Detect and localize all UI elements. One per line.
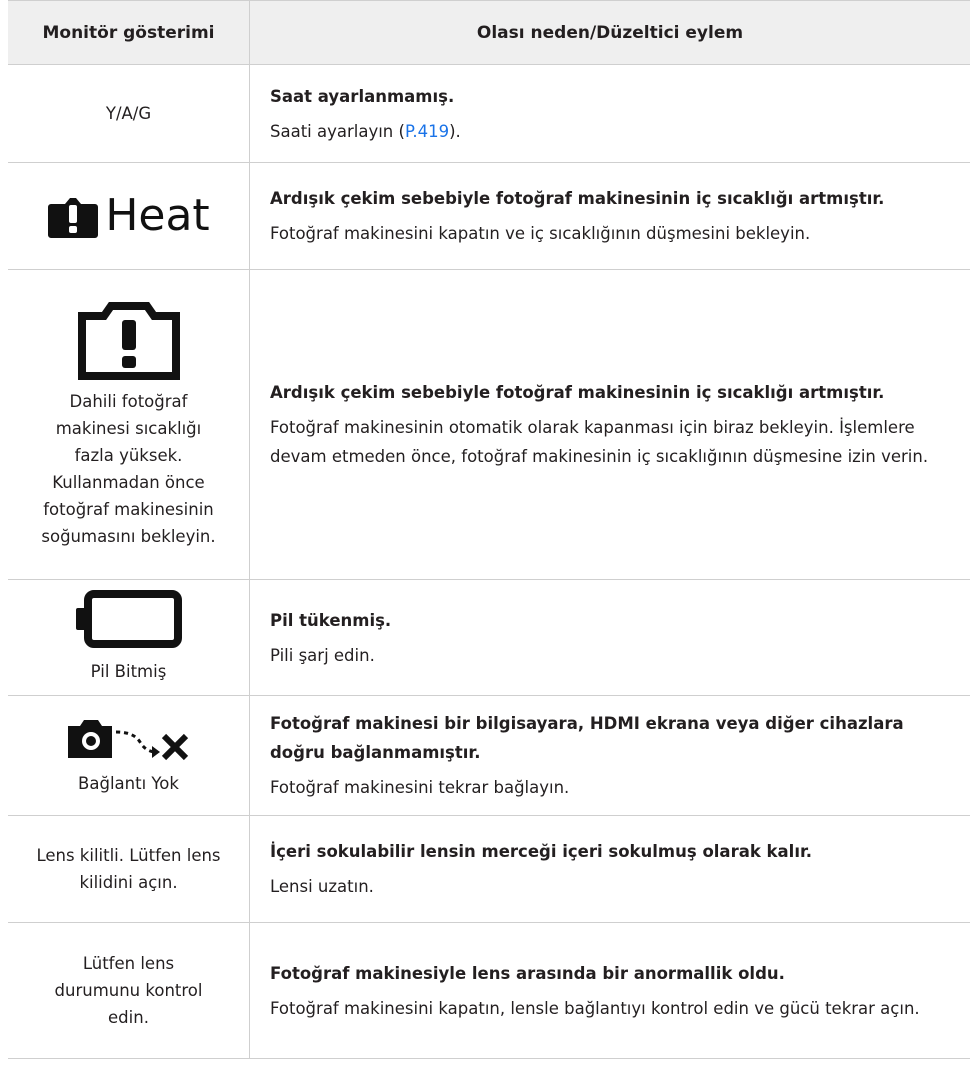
- action-text: Saati ayarlayın (P.419).: [270, 117, 956, 146]
- header-monitor-display: Monitör gösterimi: [8, 1, 250, 64]
- monitor-cell: Heat: [8, 163, 250, 269]
- no-connection-icon: [67, 720, 188, 761]
- heat-label: Heat: [105, 190, 210, 241]
- heat-indicator: Heat: [47, 190, 210, 241]
- table-row: Y/A/G Saat ayarlanmamış. Saati ayarlayın…: [8, 65, 970, 163]
- cause-text: Pil tükenmiş.: [270, 610, 392, 630]
- monitor-cell: Pil Bitmiş: [8, 580, 250, 695]
- page-link[interactable]: P.419: [405, 122, 449, 141]
- cause-text: Fotoğraf makinesiyle lens arasında bir a…: [270, 963, 785, 983]
- action-text: Lensi uzatın.: [270, 877, 374, 896]
- monitor-cell: Y/A/G: [8, 65, 250, 162]
- troubleshooting-table: Monitör gösterimi Olası neden/Düzeltici …: [8, 0, 970, 1059]
- table-row: Bağlantı Yok Fotoğraf makinesi bir bilgi…: [8, 696, 970, 816]
- cause-text: Ardışık çekim sebebiyle fotoğraf makines…: [270, 383, 885, 402]
- empty-battery-icon: [75, 590, 182, 648]
- monitor-cell: Bağlantı Yok: [8, 696, 250, 815]
- cause-action-cell: Fotoğraf makinesi bir bilgisayara, HDMI …: [250, 696, 970, 815]
- table-header: Monitör gösterimi Olası neden/Düzeltici …: [8, 1, 970, 65]
- table-row: Lütfen lens durumunu kontrol edin. Fotoğ…: [8, 923, 970, 1059]
- cause-action-cell: İçeri sokulabilir lensin merceği içeri s…: [250, 816, 970, 922]
- header-cause-action: Olası neden/Düzeltici eylem: [476, 22, 744, 43]
- monitor-text: Bağlantı Yok: [78, 774, 179, 793]
- monitor-text: Pil Bitmiş: [90, 662, 167, 681]
- cause-action-cell: Ardışık çekim sebebiyle fotoğraf makines…: [250, 163, 970, 269]
- action-text: Fotoğraf makinesini kapatın, lensle bağl…: [270, 998, 920, 1018]
- warning-heat-icon: [48, 198, 99, 238]
- cause-text: Ardışık çekim sebebiyle fotoğraf makines…: [270, 189, 885, 208]
- table-row: Heat Ardışık çekim sebebiyle fotoğraf ma…: [8, 163, 970, 270]
- table-row: Lens kilitli. Lütfen lens kilidini açın.…: [8, 816, 970, 923]
- action-prefix: Saati ayarlayın (: [270, 121, 405, 141]
- monitor-cell: Dahili fotoğraf makinesi sıcaklığı fazla…: [8, 270, 250, 579]
- monitor-text: Y/A/G: [105, 104, 152, 123]
- action-text: Fotoğraf makinesinin otomatik olarak kap…: [270, 418, 929, 466]
- cause-action-cell: Ardışık çekim sebebiyle fotoğraf makines…: [250, 270, 970, 579]
- monitor-cell: Lütfen lens durumunu kontrol edin.: [8, 923, 250, 1058]
- cause-text: İçeri sokulabilir lensin merceği içeri s…: [270, 842, 813, 861]
- monitor-text: Lens kilitli. Lütfen lens kilidini açın.: [36, 846, 221, 892]
- cause-text: Saat ayarlanmamış.: [270, 86, 455, 106]
- action-text: Pili şarj edin.: [270, 645, 375, 665]
- cause-text: Fotoğraf makinesi bir bilgisayara, HDMI …: [270, 714, 904, 762]
- action-text: Fotoğraf makinesini kapatın ve iç sıcakl…: [270, 224, 811, 243]
- monitor-text: Dahili fotoğraf makinesi sıcaklığı fazla…: [41, 391, 216, 546]
- action-text: Fotoğraf makinesini tekrar bağlayın.: [270, 778, 570, 797]
- cause-action-cell: Pil tükenmiş. Pili şarj edin.: [250, 580, 970, 695]
- monitor-cell: Lens kilitli. Lütfen lens kilidini açın.: [8, 816, 250, 922]
- monitor-text: Lütfen lens durumunu kontrol edin.: [54, 954, 203, 1027]
- table-row: Dahili fotoğraf makinesi sıcaklığı fazla…: [8, 270, 970, 580]
- action-suffix: ).: [449, 121, 461, 141]
- cause-action-cell: Fotoğraf makinesiyle lens arasında bir a…: [250, 923, 970, 1058]
- cause-action-cell: Saat ayarlanmamış. Saati ayarlayın (P.41…: [250, 65, 970, 162]
- camera-warning-icon: [77, 301, 180, 380]
- table-row: Pil Bitmiş Pil tükenmiş. Pili şarj edin.: [8, 580, 970, 696]
